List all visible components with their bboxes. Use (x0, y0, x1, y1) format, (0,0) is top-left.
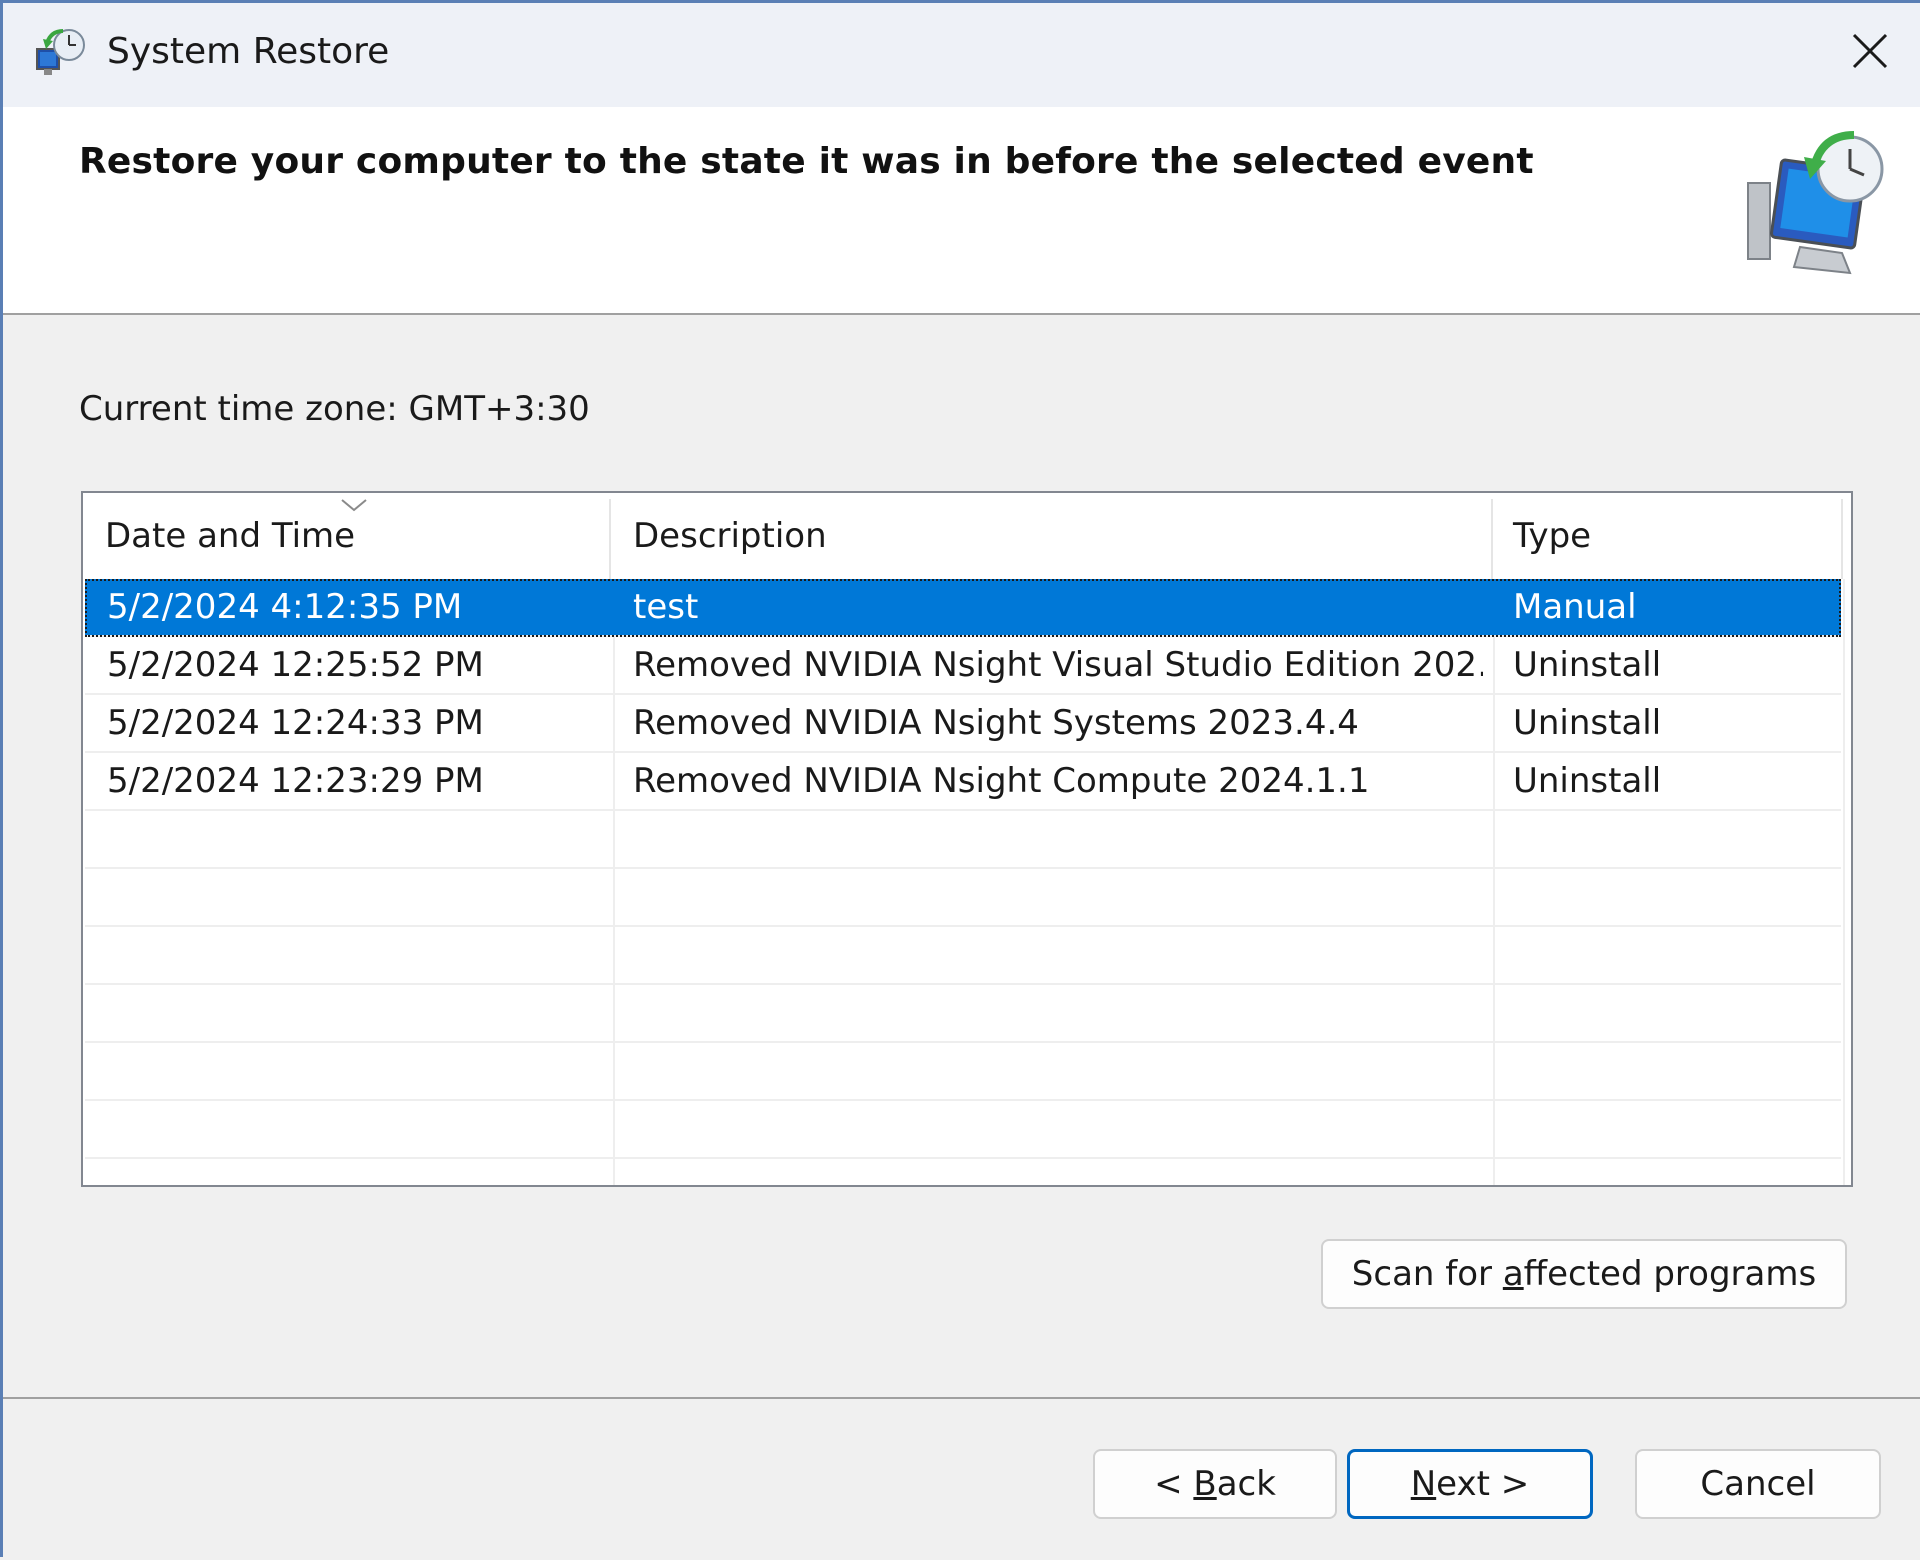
close-button[interactable] (1838, 19, 1902, 83)
column-header-label: Description (633, 516, 827, 556)
column-divider (1841, 499, 1843, 579)
column-header-label: Type (1513, 516, 1592, 556)
cell-date-time: 5/2/2024 4:12:35 PM (107, 587, 463, 627)
cancel-button[interactable]: Cancel (1635, 1449, 1881, 1519)
cell-description: Removed NVIDIA Nsight Systems 2023.4.4 (633, 703, 1359, 743)
list-header: Date and Time Description Type (83, 493, 1851, 579)
grid-line (85, 1099, 1841, 1101)
cell-type: Uninstall (1513, 761, 1662, 801)
cell-date-time: 5/2/2024 12:25:52 PM (107, 645, 484, 685)
cell-description: Removed NVIDIA Nsight Visual Studio Edit… (633, 645, 1483, 685)
timezone-label: Current time zone: GMT+3:30 (79, 389, 590, 429)
button-label: < Back (1154, 1464, 1276, 1504)
next-button[interactable]: Next > (1347, 1449, 1593, 1519)
scan-affected-programs-button[interactable]: Scan for affected programs (1321, 1239, 1847, 1309)
cell-type: Manual (1513, 587, 1637, 627)
wizard-footer (3, 1399, 1920, 1560)
cell-type: Uninstall (1513, 703, 1662, 743)
grid-line (85, 1041, 1841, 1043)
button-label: Scan for affected programs (1351, 1254, 1817, 1294)
system-restore-graphic (1747, 131, 1884, 275)
grid-line (85, 983, 1841, 985)
list-item[interactable]: 5/2/2024 12:24:33 PM Removed NVIDIA Nsig… (85, 695, 1841, 753)
window-title: System Restore (107, 31, 390, 72)
list-item[interactable]: 5/2/2024 12:25:52 PM Removed NVIDIA Nsig… (85, 637, 1841, 695)
column-header-description[interactable]: Description (611, 493, 1571, 579)
page-title: Restore your computer to the state it wa… (79, 141, 1534, 182)
button-label: Cancel (1700, 1464, 1816, 1504)
restore-points-list[interactable]: Date and Time Description Type 5/2/2024 … (81, 491, 1853, 1187)
column-header-type[interactable]: Type (1493, 493, 1833, 579)
list-item[interactable]: 5/2/2024 12:23:29 PM Removed NVIDIA Nsig… (85, 753, 1841, 811)
grid-line (85, 925, 1841, 927)
list-item[interactable]: 5/2/2024 4:12:35 PM test Manual (85, 579, 1841, 637)
cell-date-time: 5/2/2024 12:24:33 PM (107, 703, 484, 743)
cell-type: Uninstall (1513, 645, 1662, 685)
wizard-header: Restore your computer to the state it wa… (3, 107, 1920, 315)
system-restore-window: System Restore Restore your computer to … (0, 0, 1920, 1560)
button-label: Next > (1410, 1464, 1530, 1504)
close-icon (1852, 33, 1888, 69)
grid-line (85, 1157, 1841, 1159)
grid-line (1843, 579, 1845, 1185)
back-button[interactable]: < Back (1093, 1449, 1337, 1519)
title-bar[interactable]: System Restore (3, 3, 1920, 107)
cell-description: Removed NVIDIA Nsight Compute 2024.1.1 (633, 761, 1370, 801)
system-restore-icon (36, 29, 85, 75)
cell-description: test (633, 587, 699, 627)
cell-date-time: 5/2/2024 12:23:29 PM (107, 761, 484, 801)
column-header-label: Date and Time (105, 516, 356, 556)
grid-line (85, 867, 1841, 869)
sort-descending-icon (341, 499, 367, 512)
